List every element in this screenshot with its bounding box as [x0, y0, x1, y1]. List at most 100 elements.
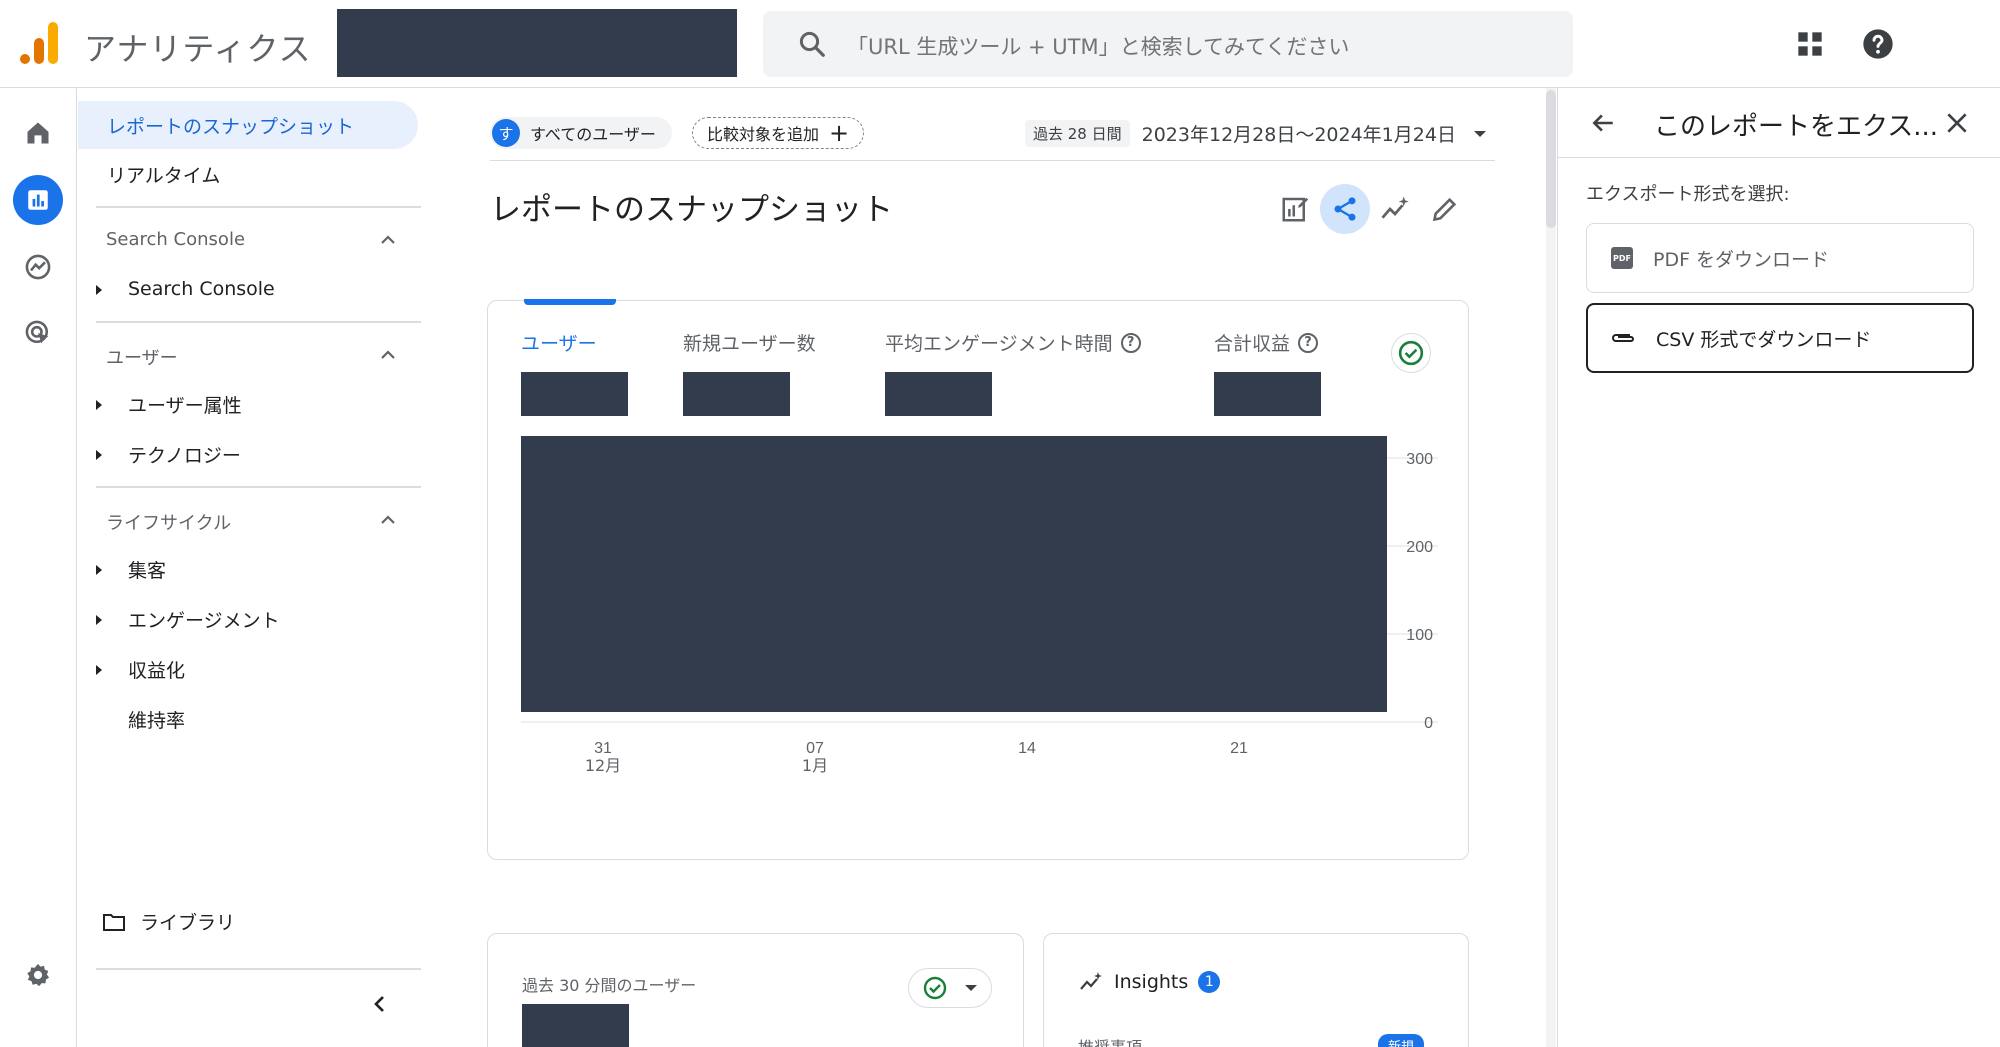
- left-rail: [0, 88, 77, 1047]
- caret-right-icon: [96, 615, 102, 625]
- explore-icon: [25, 254, 51, 280]
- page-title: レポートのスナップショット: [490, 192, 893, 228]
- bar-chart-icon: [28, 190, 48, 210]
- nav-divider: [96, 968, 421, 970]
- download-pdf-button[interactable]: PDF PDF をダウンロード: [1586, 223, 1974, 293]
- insights-title[interactable]: Insights 1: [1078, 970, 1221, 994]
- download-csv-label: CSV 形式でダウンロード: [1656, 328, 1872, 351]
- share-icon: [1334, 197, 1356, 221]
- app-title: アナリティクス: [84, 30, 312, 68]
- rail-settings-button[interactable]: [13, 950, 63, 1000]
- segment-chip[interactable]: す すべてのユーザー: [490, 117, 672, 149]
- top-bar: アナリティクス 「URL 生成ツール + UTM」と検索してみてください: [0, 0, 2000, 88]
- pencil-icon: [1432, 197, 1457, 222]
- nav-group-lifecycle[interactable]: ライフサイクル: [106, 509, 231, 535]
- folder-icon: [103, 913, 125, 931]
- realtime-value-redacted: [522, 1004, 629, 1047]
- chevron-up-icon[interactable]: [380, 350, 396, 360]
- realtime-quality-button[interactable]: [908, 968, 992, 1008]
- nav-item-realtime[interactable]: リアルタイム: [78, 150, 220, 198]
- nav-item-demographics[interactable]: ユーザー属性: [78, 380, 242, 428]
- search-icon: [799, 31, 825, 57]
- check-circle-icon: [923, 976, 947, 1000]
- paperclip-icon: [1612, 334, 1634, 342]
- nav-item-search-console[interactable]: Search Console: [78, 265, 275, 313]
- search-bar[interactable]: 「URL 生成ツール + UTM」と検索してみてください: [763, 11, 1573, 77]
- y-tick-label: 0: [1424, 715, 1433, 732]
- x-tick-label: 31: [594, 740, 612, 757]
- nav-item-monetization[interactable]: 収益化: [78, 645, 185, 693]
- realtime-card: 過去 30 分間のユーザー: [487, 933, 1024, 1047]
- nav-divider: [96, 206, 421, 208]
- nav-group-user[interactable]: ユーザー: [106, 344, 178, 370]
- x-tick-label: 21: [1230, 740, 1248, 757]
- chart-plot-redacted: [521, 436, 1387, 712]
- help-icon[interactable]: [1862, 28, 1894, 60]
- new-badge: 新規: [1378, 1034, 1425, 1047]
- customize-report-button[interactable]: [1270, 184, 1320, 234]
- report-nav: レポートのスナップショット リアルタイム Search Console Sear…: [78, 88, 423, 1047]
- library-label: ライブラリ: [140, 912, 236, 934]
- download-csv-button[interactable]: CSV 形式でダウンロード: [1586, 303, 1974, 373]
- plus-icon: +: [829, 119, 850, 147]
- close-icon[interactable]: [1944, 110, 1970, 136]
- main-scrollbar-thumb[interactable]: [1546, 90, 1556, 228]
- nav-group-search-console[interactable]: Search Console: [106, 229, 245, 250]
- nav-item-technology[interactable]: テクノロジー: [78, 430, 241, 478]
- dropdown-arrow-icon: [965, 985, 977, 991]
- home-icon: [27, 122, 49, 144]
- export-panel: このレポートをエクス... エクスポート形式を選択: PDF PDF をダウンロ…: [1557, 88, 2000, 1047]
- rail-home-button[interactable]: [13, 108, 63, 158]
- search-placeholder: 「URL 生成ツール + UTM」と検索してみてください: [847, 35, 1350, 59]
- x-tick-label: 07: [806, 740, 824, 757]
- users-chart: 300 200 100 0 3112月 071月 14 21: [521, 436, 1438, 775]
- rail-explore-button[interactable]: [13, 242, 63, 292]
- rail-advertising-button[interactable]: [13, 308, 63, 358]
- y-tick-label: 300: [1406, 451, 1433, 468]
- pdf-icon: PDF: [1611, 247, 1633, 269]
- add-comparison-button[interactable]: 比較対象を追加 +: [692, 117, 865, 149]
- caret-right-icon: [96, 565, 102, 575]
- apps-grid-icon[interactable]: [1796, 30, 1824, 58]
- insights-card: Insights 1 推奨事項 新規: [1043, 933, 1469, 1047]
- main-content: す すべてのユーザー 比較対象を追加 + 過去 28 日間 2023年12月28…: [424, 88, 1556, 1047]
- rail-reports-button[interactable]: [13, 175, 63, 225]
- nav-item-retention[interactable]: 維持率: [78, 695, 185, 743]
- caret-right-icon: [96, 665, 102, 675]
- edit-button[interactable]: [1420, 184, 1470, 234]
- gear-icon: [27, 963, 50, 987]
- insights-icon: [1381, 196, 1409, 219]
- nav-divider: [96, 486, 421, 488]
- date-range-picker[interactable]: 過去 28 日間 2023年12月28日〜2024年1月24日: [1025, 120, 1486, 147]
- date-range-badge: 過去 28 日間: [1025, 120, 1130, 147]
- dropdown-arrow-icon: [1473, 130, 1486, 137]
- nav-item-engagement[interactable]: エンゲージメント: [78, 595, 280, 643]
- share-button[interactable]: [1320, 184, 1370, 234]
- y-tick-label: 200: [1406, 539, 1433, 556]
- chevron-up-icon[interactable]: [380, 515, 396, 525]
- export-panel-title: このレポートをエクス...: [1654, 112, 1939, 142]
- x-tick-month-label: 1月: [802, 756, 828, 775]
- nav-item-acquisition[interactable]: 集客: [78, 545, 166, 593]
- export-panel-header: このレポートをエクス...: [1558, 88, 2000, 158]
- overview-card: ユーザー 新規ユーザー数 平均エンゲージメント時間 ? 合計収益 ? 300 2…: [487, 299, 1469, 860]
- realtime-label: 過去 30 分間のユーザー: [522, 976, 697, 995]
- insights-count-badge: 1: [1198, 971, 1221, 993]
- caret-right-icon: [96, 450, 102, 460]
- collapse-nav-icon[interactable]: [370, 994, 390, 1014]
- main-scrollbar-track[interactable]: [1546, 88, 1556, 1047]
- insights-row-label[interactable]: 推奨事項: [1078, 1034, 1142, 1047]
- date-range-text: 2023年12月28日〜2024年1月24日: [1141, 124, 1456, 146]
- analytics-logo[interactable]: [20, 22, 60, 64]
- x-tick-label: 14: [1018, 740, 1036, 757]
- chevron-up-icon[interactable]: [380, 235, 396, 245]
- insights-button[interactable]: [1370, 184, 1420, 234]
- download-pdf-label: PDF をダウンロード: [1653, 248, 1830, 271]
- property-selector[interactable]: [337, 9, 737, 77]
- nav-item-snapshot[interactable]: レポートのスナップショット: [78, 101, 418, 149]
- insights-label: Insights: [1114, 971, 1189, 993]
- back-arrow-icon[interactable]: [1590, 110, 1616, 136]
- add-comparison-label: 比較対象を追加: [707, 125, 820, 144]
- nav-library[interactable]: ライブラリ: [102, 908, 235, 935]
- export-format-label: エクスポート形式を選択:: [1586, 184, 1790, 205]
